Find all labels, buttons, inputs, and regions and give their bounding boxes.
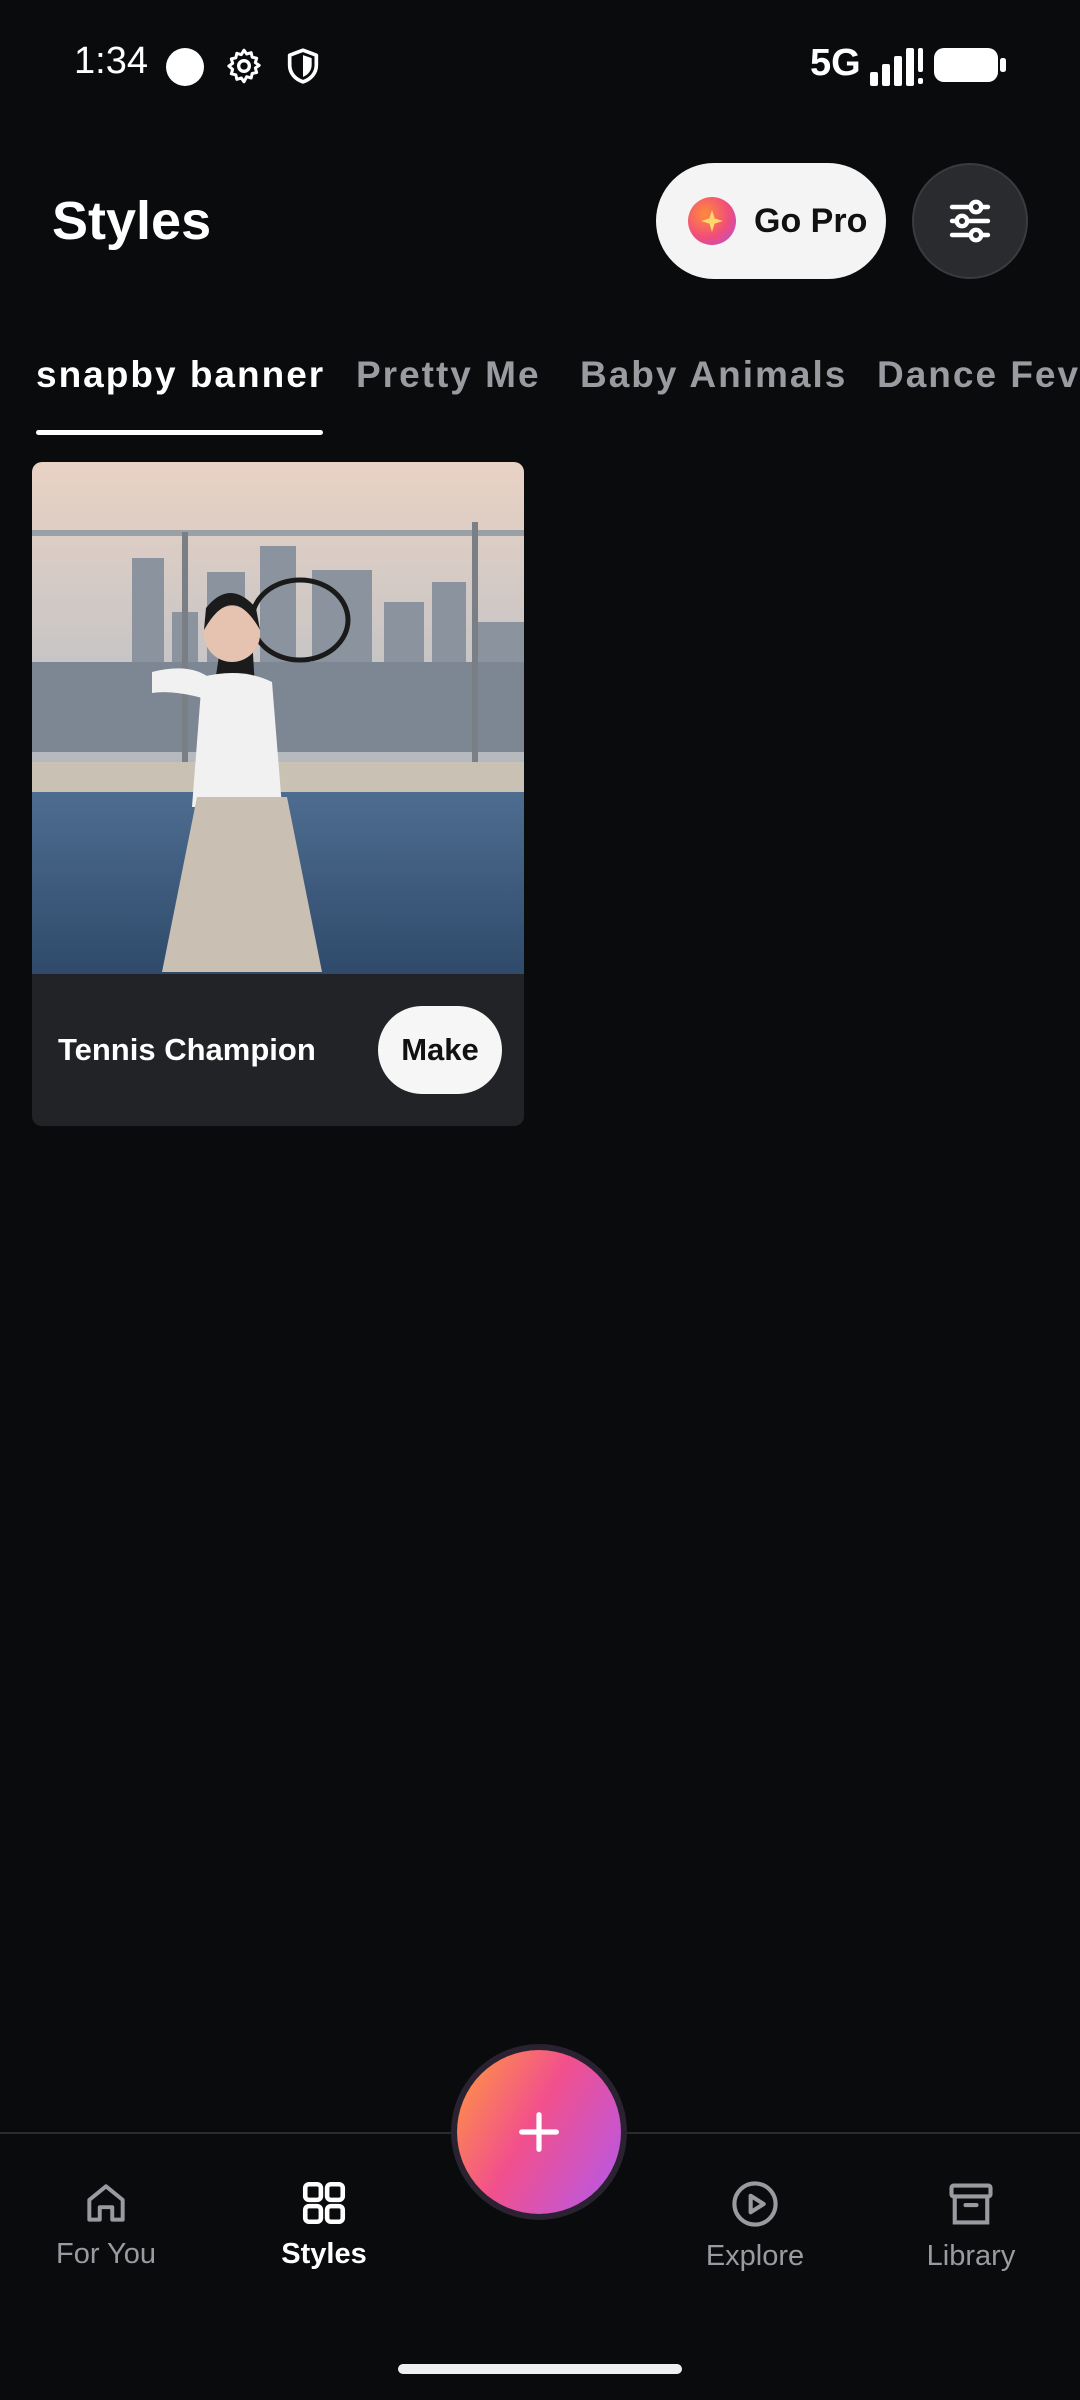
nav-styles[interactable]: Styles <box>234 2178 414 2271</box>
home-icon <box>87 2184 125 2222</box>
battery-icon <box>934 48 1006 82</box>
nav-label-explore: Explore <box>705 2240 805 2272</box>
card-thumbnail-image <box>32 462 524 974</box>
status-time: 1:34 <box>74 40 148 82</box>
plus-icon <box>519 2112 559 2152</box>
make-button[interactable]: Make <box>378 1006 502 1094</box>
dot-icon <box>166 48 204 86</box>
archive-icon <box>949 2183 993 2225</box>
app-root: 1:34 5G Styles Go Pro snapby banner Pret… <box>0 0 1080 2400</box>
nav-label-styles: Styles <box>281 2238 367 2270</box>
grid-icon <box>302 2181 346 2225</box>
signal-icon <box>870 48 923 86</box>
play-circle-icon <box>732 2181 778 2227</box>
create-fab-button[interactable] <box>457 2050 621 2214</box>
category-tabs: snapby banner Pretty Me Baby Animals Dan… <box>0 330 1080 440</box>
gear-icon <box>227 48 261 84</box>
nav-label-library: Library <box>926 2240 1016 2272</box>
nav-library[interactable]: Library <box>881 2178 1061 2273</box>
sliders-icon <box>949 199 991 243</box>
network-type: 5G <box>810 42 861 84</box>
style-card[interactable]: Tennis Champion Make <box>32 462 524 1126</box>
sparkle-icon <box>688 197 736 245</box>
tab-pretty-me[interactable]: Pretty Me <box>356 354 541 396</box>
shield-icon <box>287 48 319 84</box>
active-tab-indicator <box>36 430 323 435</box>
go-pro-button[interactable]: Go Pro <box>656 163 886 279</box>
filter-button[interactable] <box>912 163 1028 279</box>
tab-snapby-banner[interactable]: snapby banner <box>36 354 325 396</box>
nav-label-for-you: For You <box>56 2238 156 2270</box>
nav-for-you[interactable]: For You <box>16 2178 196 2271</box>
go-pro-label: Go Pro <box>754 201 868 240</box>
nav-explore[interactable]: Explore <box>665 2178 845 2273</box>
tab-dance-fever[interactable]: Dance Fever <box>877 354 1080 396</box>
page-title: Styles <box>52 191 212 251</box>
tab-baby-animals[interactable]: Baby Animals <box>580 354 847 396</box>
card-title: Tennis Champion <box>58 1032 316 1067</box>
status-bar: 1:34 5G <box>0 0 1080 130</box>
home-indicator[interactable] <box>398 2364 682 2374</box>
card-footer: Tennis Champion Make <box>32 974 524 1126</box>
